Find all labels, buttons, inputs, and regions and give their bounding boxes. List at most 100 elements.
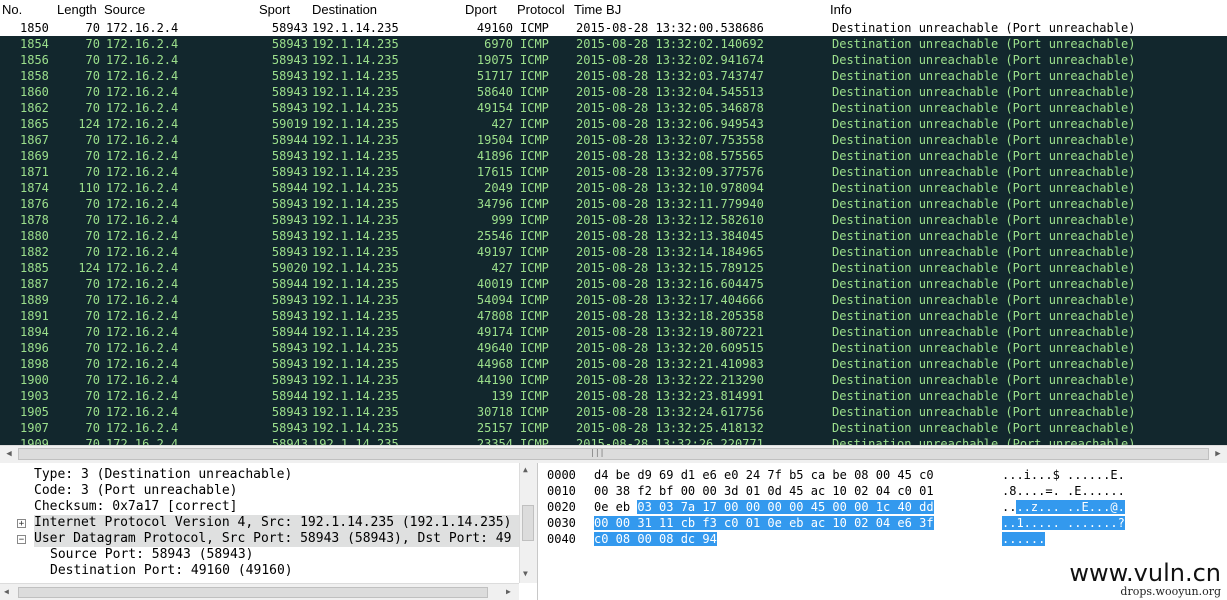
packet-row[interactable]: 1858 70 172.16.2.4 58943 192.1.14.235 51717 IC…: [0, 68, 1227, 84]
hex-bytes-highlighted[interactable]: 00 00 31 11 cb f3 c0 01 0e eb ac 10 02 0…: [594, 516, 934, 530]
ascii-line[interactable]: ...i...$ ......E.: [1002, 467, 1125, 483]
packet-sport: 58943: [271, 405, 308, 419]
packet-row[interactable]: 1874 110 172.16.2.4 58944 192.1.14.235 2049 IC…: [0, 180, 1227, 196]
packet-row[interactable]: 1909 70 172.16.2.4 58943 192.1.14.235 23354 IC…: [0, 436, 1227, 445]
column-header-protocol[interactable]: Protocol: [517, 2, 565, 17]
detail-icmp-type[interactable]: Type: 3 (Destination unreachable): [34, 467, 292, 483]
ascii-line[interactable]: ......: [1002, 531, 1046, 547]
packet-info: Destination unreachable (Port unreachabl…: [832, 309, 1136, 323]
packet-row[interactable]: 1903 70 172.16.2.4 58944 192.1.14.235 139 ICMP…: [0, 388, 1227, 404]
hex-line[interactable]: c0 08 00 08 dc 94: [594, 531, 717, 547]
column-header-time[interactable]: Time BJ: [574, 2, 621, 17]
packet-dport: 49154: [476, 101, 513, 115]
packet-list-horizontal-scrollbar[interactable]: ◀ ||| ▶: [0, 445, 1227, 463]
packet-destination: 192.1.14.235: [312, 261, 399, 275]
column-header-sport[interactable]: Sport: [259, 2, 290, 17]
packet-protocol: ICMP: [520, 37, 549, 51]
ascii-line[interactable]: ..1..... .......?: [1002, 515, 1125, 531]
packet-sport: 58943: [271, 229, 308, 243]
packet-row[interactable]: 1850 70 172.16.2.4 58943 192.1.14.235 49160 IC…: [0, 20, 1227, 36]
packet-time: 2015-08-28 13:32:17.404666: [576, 293, 764, 307]
detail-icmp-checksum[interactable]: Checksum: 0x7a17 [correct]: [34, 499, 238, 515]
watermark-sub: drops.wooyun.org: [1120, 585, 1221, 598]
hex-line[interactable]: 00 38 f2 bf 00 00 3d 01 0d 45 ac 10 02 0…: [594, 483, 934, 499]
details-scrollbar-thumb[interactable]: [522, 505, 534, 541]
packet-source: 172.16.2.4: [106, 357, 179, 371]
packet-row[interactable]: 1882 70 172.16.2.4 58943 192.1.14.235 49197 IC…: [0, 244, 1227, 260]
packet-protocol: ICMP: [520, 181, 549, 195]
packet-row[interactable]: 1867 70 172.16.2.4 58944 192.1.14.235 19504 IC…: [0, 132, 1227, 148]
scrollbar-thumb[interactable]: [18, 448, 1209, 460]
detail-udp-header[interactable]: User Datagram Protocol, Src Port: 58943 …: [34, 531, 519, 547]
packet-dport: 6970: [484, 37, 513, 51]
packet-row[interactable]: 1905 70 172.16.2.4 58943 192.1.14.235 30718 IC…: [0, 404, 1227, 420]
detail-udp-dst-port[interactable]: Destination Port: 49160 (49160): [50, 563, 293, 579]
scroll-right-icon[interactable]: ▶: [1211, 448, 1225, 461]
details-hscroll-thumb[interactable]: [18, 587, 488, 598]
packet-row[interactable]: 1887 70 172.16.2.4 58944 192.1.14.235 40019 IC…: [0, 276, 1227, 292]
detail-icmp-code[interactable]: Code: 3 (Port unreachable): [34, 483, 238, 499]
ascii-line[interactable]: .8....=. .E......: [1002, 483, 1125, 499]
packet-row[interactable]: 1865 124 172.16.2.4 59019 192.1.14.235 427 ICM…: [0, 116, 1227, 132]
hex-line[interactable]: 00 00 31 11 cb f3 c0 01 0e eb ac 10 02 0…: [594, 515, 934, 531]
packet-no: 1887: [20, 277, 49, 291]
packet-destination: 192.1.14.235: [312, 101, 399, 115]
hex-bytes-highlighted[interactable]: c0 08 00 08 dc 94: [594, 532, 717, 546]
packet-no: 1860: [20, 85, 49, 99]
column-header-destination[interactable]: Destination: [312, 2, 377, 17]
packet-row[interactable]: 1885 124 172.16.2.4 59020 192.1.14.235 427 ICM…: [0, 260, 1227, 276]
packet-row[interactable]: 1854 70 172.16.2.4 58943 192.1.14.235 6970 ICM…: [0, 36, 1227, 52]
packet-length: 70: [85, 277, 100, 291]
ascii-bytes-highlighted[interactable]: ......: [1002, 532, 1046, 546]
packet-sport: 58944: [271, 181, 308, 195]
packet-sport: 58944: [271, 389, 308, 403]
scroll-down-icon[interactable]: ▼: [523, 569, 528, 578]
ascii-bytes[interactable]: ..: [1002, 500, 1016, 514]
packet-protocol: ICMP: [520, 229, 549, 243]
scroll-left-icon[interactable]: ◀: [2, 448, 16, 461]
packet-row[interactable]: 1869 70 172.16.2.4 58943 192.1.14.235 41896 IC…: [0, 148, 1227, 164]
hex-bytes[interactable]: 0e eb: [594, 500, 637, 514]
ascii-bytes-highlighted[interactable]: ..1..... .......?: [1002, 516, 1125, 530]
column-header-length[interactable]: Length: [57, 2, 97, 17]
packet-protocol: ICMP: [520, 69, 549, 83]
packet-time: 2015-08-28 13:32:10.978094: [576, 181, 764, 195]
column-header-no[interactable]: No.: [2, 2, 22, 17]
details-scroll-right-icon[interactable]: ▶: [506, 587, 511, 596]
details-horizontal-scrollbar[interactable]: ◀ ▶: [0, 583, 519, 600]
ascii-line[interactable]: ....z... ..E...@.: [1002, 499, 1125, 515]
hex-line[interactable]: d4 be d9 69 d1 e6 e0 24 7f b5 ca be 08 0…: [594, 467, 934, 483]
packet-row[interactable]: 1900 70 172.16.2.4 58943 192.1.14.235 44190 IC…: [0, 372, 1227, 388]
packet-row[interactable]: 1878 70 172.16.2.4 58943 192.1.14.235 999 ICMP…: [0, 212, 1227, 228]
packet-no: 1900: [20, 373, 49, 387]
packet-row[interactable]: 1896 70 172.16.2.4 58943 192.1.14.235 49640 IC…: [0, 340, 1227, 356]
collapse-minus-icon[interactable]: −: [17, 535, 26, 545]
packet-dport: 2049: [484, 181, 513, 195]
details-scroll-left-icon[interactable]: ◀: [4, 587, 9, 596]
packet-row[interactable]: 1871 70 172.16.2.4 58943 192.1.14.235 17615 IC…: [0, 164, 1227, 180]
detail-ip-header[interactable]: Internet Protocol Version 4, Src: 192.1.…: [34, 515, 519, 531]
hex-line[interactable]: 0e eb 03 03 7a 17 00 00 00 00 45 00 00 1…: [594, 499, 934, 515]
packet-dport: 49640: [476, 341, 513, 355]
packet-row[interactable]: 1894 70 172.16.2.4 58944 192.1.14.235 49174 IC…: [0, 324, 1227, 340]
packet-row[interactable]: 1898 70 172.16.2.4 58943 192.1.14.235 44968 IC…: [0, 356, 1227, 372]
scroll-up-icon[interactable]: ▲: [523, 465, 528, 474]
packet-row[interactable]: 1907 70 172.16.2.4 58943 192.1.14.235 25157 IC…: [0, 420, 1227, 436]
detail-udp-src-port[interactable]: Source Port: 58943 (58943): [50, 547, 254, 563]
packet-info: Destination unreachable (Port unreachabl…: [832, 165, 1136, 179]
ascii-bytes-highlighted[interactable]: ..z... ..E...@.: [1016, 500, 1125, 514]
details-vertical-scrollbar[interactable]: ▲ ▼: [519, 463, 537, 583]
packet-row[interactable]: 1889 70 172.16.2.4 58943 192.1.14.235 54094 IC…: [0, 292, 1227, 308]
packet-row[interactable]: 1860 70 172.16.2.4 58943 192.1.14.235 58640 IC…: [0, 84, 1227, 100]
column-header-source[interactable]: Source: [104, 2, 145, 17]
hex-bytes-highlighted[interactable]: 03 03 7a 17 00 00 00 00 45 00 00 1c 40 d…: [637, 500, 934, 514]
column-header-dport[interactable]: Dport: [465, 2, 497, 17]
packet-row[interactable]: 1876 70 172.16.2.4 58943 192.1.14.235 34796 IC…: [0, 196, 1227, 212]
expand-plus-icon[interactable]: +: [17, 519, 26, 529]
packet-row[interactable]: 1880 70 172.16.2.4 58943 192.1.14.235 25546 IC…: [0, 228, 1227, 244]
packet-row[interactable]: 1891 70 172.16.2.4 58943 192.1.14.235 47808 IC…: [0, 308, 1227, 324]
packet-row[interactable]: 1862 70 172.16.2.4 58943 192.1.14.235 49154 IC…: [0, 100, 1227, 116]
packet-no: 1869: [20, 149, 49, 163]
column-header-info[interactable]: Info: [830, 2, 852, 17]
packet-row[interactable]: 1856 70 172.16.2.4 58943 192.1.14.235 19075 IC…: [0, 52, 1227, 68]
